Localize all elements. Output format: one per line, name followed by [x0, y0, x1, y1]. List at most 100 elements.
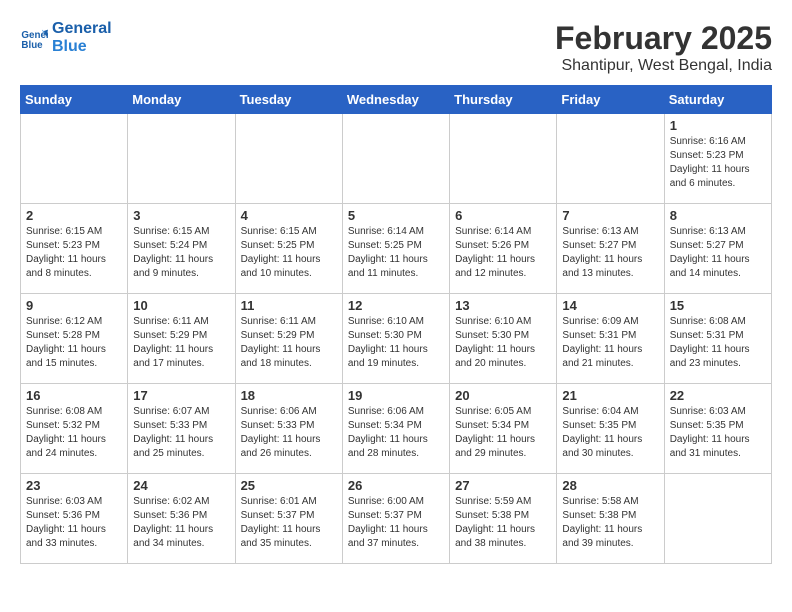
day-info: Sunrise: 6:02 AM Sunset: 5:36 PM Dayligh…	[133, 495, 229, 551]
calendar-cell: 18Sunrise: 6:06 AM Sunset: 5:33 PM Dayli…	[235, 384, 342, 474]
calendar-week-1: 1Sunrise: 6:16 AM Sunset: 5:23 PM Daylig…	[21, 114, 772, 204]
day-number: 13	[455, 298, 551, 313]
calendar-cell: 5Sunrise: 6:14 AM Sunset: 5:25 PM Daylig…	[342, 204, 449, 294]
calendar-week-2: 2 Sunrise: 6:15 AM Sunset: 5:23 PM Daylig…	[21, 204, 772, 294]
day-number: 4	[241, 208, 337, 223]
day-number: 17	[133, 388, 229, 403]
svg-text:Blue: Blue	[21, 39, 43, 50]
calendar-cell: 16Sunrise: 6:08 AM Sunset: 5:32 PM Dayli…	[21, 384, 128, 474]
calendar-cell	[235, 114, 342, 204]
day-info: Sunrise: 6:11 AM Sunset: 5:29 PM Dayligh…	[133, 315, 229, 371]
calendar-cell	[21, 114, 128, 204]
calendar-cell: 8 Sunrise: 6:13 AM Sunset: 5:27 PM Daylig…	[664, 204, 771, 294]
logo: General Blue General Blue	[20, 20, 112, 55]
calendar-cell: 23 Sunrise: 6:03 AM Sunset: 5:36 PM Dayli…	[21, 474, 128, 564]
calendar-cell: 1Sunrise: 6:16 AM Sunset: 5:23 PM Daylig…	[664, 114, 771, 204]
calendar-week-4: 16Sunrise: 6:08 AM Sunset: 5:32 PM Dayli…	[21, 384, 772, 474]
calendar-body: 1Sunrise: 6:16 AM Sunset: 5:23 PM Daylig…	[21, 114, 772, 564]
calendar-week-5: 23 Sunrise: 6:03 AM Sunset: 5:36 PM Dayli…	[21, 474, 772, 564]
day-info: Sunrise: 6:01 AM Sunset: 5:37 PM Dayligh…	[241, 495, 337, 551]
day-number: 26	[348, 478, 444, 493]
day-info: Sunrise: 6:13 AM Sunset: 5:27 PM Dayligh…	[670, 225, 766, 281]
weekday-header-monday: Monday	[128, 86, 235, 114]
day-info: Sunrise: 6:03 AM Sunset: 5:35 PM Dayligh…	[670, 405, 766, 461]
calendar-cell: 12 Sunrise: 6:10 AM Sunset: 5:30 PM Dayli…	[342, 294, 449, 384]
calendar-cell: 24 Sunrise: 6:02 AM Sunset: 5:36 PM Dayli…	[128, 474, 235, 564]
day-number: 28	[562, 478, 658, 493]
day-number: 21	[562, 388, 658, 403]
calendar-cell: 20 Sunrise: 6:05 AM Sunset: 5:34 PM Dayli…	[450, 384, 557, 474]
day-info: Sunrise: 6:12 AM Sunset: 5:28 PM Dayligh…	[26, 315, 122, 371]
day-info: Sunrise: 6:03 AM Sunset: 5:36 PM Dayligh…	[26, 495, 122, 551]
calendar-cell	[450, 114, 557, 204]
day-number: 6	[455, 208, 551, 223]
weekday-header-saturday: Saturday	[664, 86, 771, 114]
day-info: Sunrise: 6:00 AM Sunset: 5:37 PM Dayligh…	[348, 495, 444, 551]
day-number: 25	[241, 478, 337, 493]
day-number: 20	[455, 388, 551, 403]
calendar-subtitle: Shantipur, West Bengal, India	[555, 57, 772, 75]
day-info: Sunrise: 6:15 AM Sunset: 5:24 PM Dayligh…	[133, 225, 229, 281]
day-number: 11	[241, 298, 337, 313]
calendar-cell: 3 Sunrise: 6:15 AM Sunset: 5:24 PM Daylig…	[128, 204, 235, 294]
day-number: 24	[133, 478, 229, 493]
calendar-title: February 2025	[555, 20, 772, 57]
day-number: 5	[348, 208, 444, 223]
calendar-cell	[557, 114, 664, 204]
calendar-cell: 14 Sunrise: 6:09 AM Sunset: 5:31 PM Dayli…	[557, 294, 664, 384]
calendar-cell: 9 Sunrise: 6:12 AM Sunset: 5:28 PM Daylig…	[21, 294, 128, 384]
calendar-cell: 19 Sunrise: 6:06 AM Sunset: 5:34 PM Dayli…	[342, 384, 449, 474]
day-info: Sunrise: 6:14 AM Sunset: 5:26 PM Dayligh…	[455, 225, 551, 281]
calendar-cell: 25 Sunrise: 6:01 AM Sunset: 5:37 PM Dayli…	[235, 474, 342, 564]
calendar-cell: 22 Sunrise: 6:03 AM Sunset: 5:35 PM Dayli…	[664, 384, 771, 474]
title-area: February 2025 Shantipur, West Bengal, In…	[555, 20, 772, 75]
day-info: Sunrise: 6:10 AM Sunset: 5:30 PM Dayligh…	[348, 315, 444, 371]
day-number: 19	[348, 388, 444, 403]
calendar-cell	[342, 114, 449, 204]
day-info: Sunrise: 6:10 AM Sunset: 5:30 PM Dayligh…	[455, 315, 551, 371]
day-number: 1	[670, 118, 766, 133]
day-number: 14	[562, 298, 658, 313]
logo-line2: Blue	[52, 38, 112, 56]
weekday-header-thursday: Thursday	[450, 86, 557, 114]
calendar-cell	[664, 474, 771, 564]
logo-line1: General	[52, 20, 112, 38]
day-number: 16	[26, 388, 122, 403]
day-number: 27	[455, 478, 551, 493]
calendar-cell: 17 Sunrise: 6:07 AM Sunset: 5:33 PM Dayli…	[128, 384, 235, 474]
day-number: 8	[670, 208, 766, 223]
day-number: 7	[562, 208, 658, 223]
calendar-cell: 6 Sunrise: 6:14 AM Sunset: 5:26 PM Daylig…	[450, 204, 557, 294]
calendar-cell: 11 Sunrise: 6:11 AM Sunset: 5:29 PM Dayli…	[235, 294, 342, 384]
calendar-cell: 7 Sunrise: 6:13 AM Sunset: 5:27 PM Daylig…	[557, 204, 664, 294]
day-number: 22	[670, 388, 766, 403]
day-info: Sunrise: 6:11 AM Sunset: 5:29 PM Dayligh…	[241, 315, 337, 371]
weekday-header-sunday: Sunday	[21, 86, 128, 114]
calendar-cell	[128, 114, 235, 204]
calendar-table: SundayMondayTuesdayWednesdayThursdayFrid…	[20, 85, 772, 564]
day-info: Sunrise: 5:58 AM Sunset: 5:38 PM Dayligh…	[562, 495, 658, 551]
calendar-cell: 10Sunrise: 6:11 AM Sunset: 5:29 PM Dayli…	[128, 294, 235, 384]
day-number: 23	[26, 478, 122, 493]
day-info: Sunrise: 6:13 AM Sunset: 5:27 PM Dayligh…	[562, 225, 658, 281]
weekday-header-row: SundayMondayTuesdayWednesdayThursdayFrid…	[21, 86, 772, 114]
day-info: Sunrise: 6:06 AM Sunset: 5:34 PM Dayligh…	[348, 405, 444, 461]
day-number: 18	[241, 388, 337, 403]
day-info: Sunrise: 6:08 AM Sunset: 5:31 PM Dayligh…	[670, 315, 766, 371]
day-info: Sunrise: 6:15 AM Sunset: 5:23 PM Dayligh…	[26, 225, 122, 281]
day-number: 15	[670, 298, 766, 313]
logo-icon: General Blue	[20, 24, 48, 52]
header: General Blue General Blue February 2025 …	[20, 20, 772, 75]
day-number: 9	[26, 298, 122, 313]
day-number: 12	[348, 298, 444, 313]
calendar-cell: 15 Sunrise: 6:08 AM Sunset: 5:31 PM Dayli…	[664, 294, 771, 384]
calendar-week-3: 9 Sunrise: 6:12 AM Sunset: 5:28 PM Daylig…	[21, 294, 772, 384]
day-number: 2	[26, 208, 122, 223]
day-number: 3	[133, 208, 229, 223]
day-info: Sunrise: 6:07 AM Sunset: 5:33 PM Dayligh…	[133, 405, 229, 461]
day-info: Sunrise: 6:05 AM Sunset: 5:34 PM Dayligh…	[455, 405, 551, 461]
day-info: Sunrise: 6:15 AM Sunset: 5:25 PM Dayligh…	[241, 225, 337, 281]
calendar-cell: 27Sunrise: 5:59 AM Sunset: 5:38 PM Dayli…	[450, 474, 557, 564]
day-info: Sunrise: 6:09 AM Sunset: 5:31 PM Dayligh…	[562, 315, 658, 371]
calendar-cell: 13 Sunrise: 6:10 AM Sunset: 5:30 PM Dayli…	[450, 294, 557, 384]
